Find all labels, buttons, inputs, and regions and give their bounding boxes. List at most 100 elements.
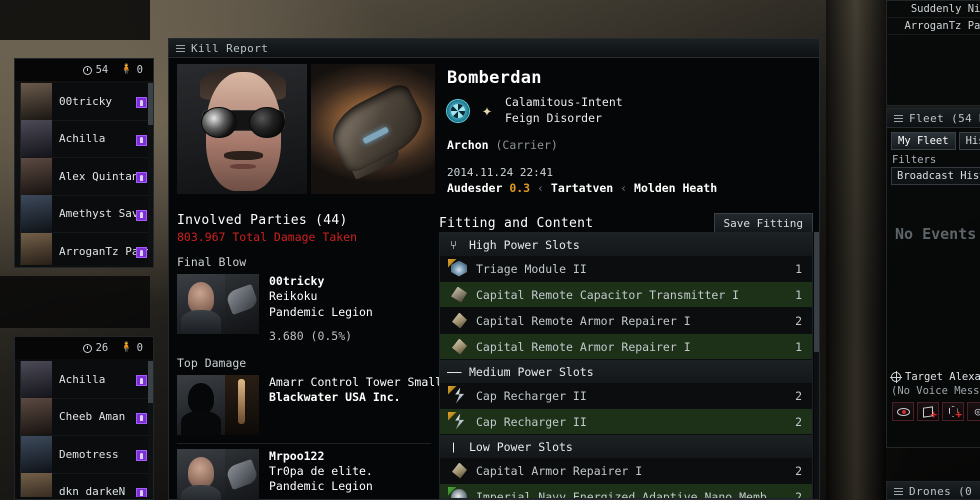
drones-window[interactable]: Drones (0 of m — [886, 481, 980, 500]
list-item[interactable]: Achilla — [21, 120, 149, 158]
fitting-group-header[interactable]: –– Medium Power Slots — [440, 360, 812, 383]
fitting-row[interactable]: Imperial Navy Energized Adaptive Nano Me… — [440, 484, 812, 499]
list-item[interactable]: Demotress — [21, 435, 149, 474]
cap-transmitter-icon — [450, 286, 468, 304]
filters-label: Filters — [892, 154, 937, 166]
location-system[interactable]: Audesder — [447, 181, 502, 195]
attacker-name[interactable]: 00tricky — [269, 274, 373, 289]
member-scroll-area[interactable]: 00tricky Achilla Alex Quintane Amethyst Sav… — [20, 83, 149, 265]
fleet-tabs[interactable]: My Fleet History — [887, 128, 980, 152]
tab-history[interactable]: History — [958, 132, 980, 150]
fleet-role-badge-icon[interactable] — [136, 375, 147, 386]
attacker-corp[interactable]: Pandemic Legion — [269, 479, 373, 494]
fleet-role-badge-icon[interactable] — [136, 412, 147, 424]
fitting-row[interactable]: Cap Recharger II 2 — [440, 383, 812, 409]
fleet-role-badge-icon[interactable] — [136, 97, 147, 108]
attacker-corp[interactable]: Pandemic Legion — [269, 305, 373, 320]
attacker-ship-icon — [225, 274, 259, 334]
fitting-group-header[interactable]: ⑂ High Power Slots — [440, 233, 812, 256]
list-item[interactable]: Achilla — [21, 361, 149, 399]
fleet-role-badge-icon[interactable] — [136, 487, 147, 497]
corporation-logo-icon[interactable] — [447, 99, 469, 122]
list-item[interactable]: Amethyst Sava — [21, 195, 149, 233]
alliance-logo-icon[interactable] — [476, 100, 498, 122]
fitting-item-quantity: 1 — [795, 339, 802, 354]
list-item[interactable]: Alex Quintane — [21, 157, 149, 196]
kill-report-titlebar[interactable]: Kill Report — [169, 39, 819, 58]
attacker-corp[interactable]: Blackwater USA Inc. — [269, 390, 431, 405]
list-item[interactable]: 00tricky — [21, 83, 149, 121]
list-item[interactable]: ArroganTz Parm — [21, 232, 149, 265]
avatar — [21, 232, 52, 265]
fitting-row[interactable]: Capital Remote Capacitor Transmitter I 1 — [440, 282, 812, 308]
victim-ship-render[interactable] — [311, 64, 435, 194]
fleet-role-badge-icon[interactable] — [136, 134, 147, 146]
kill-report-window[interactable]: Kill Report Bomberdan ✦ Calamitous-Inten… — [168, 38, 820, 500]
tab-my-fleet[interactable]: My Fleet — [891, 132, 956, 150]
shield-icon[interactable]: + — [942, 402, 964, 421]
stat-time-value: 26 — [95, 342, 109, 354]
hamburger-icon[interactable] — [894, 488, 903, 495]
armor-repairer-icon — [450, 312, 468, 330]
clock-icon — [82, 65, 92, 75]
hamburger-icon[interactable] — [894, 114, 903, 122]
fitting-group-header[interactable]: ❘ Low Power Slots — [440, 435, 812, 458]
list-item[interactable]: dkn darkeN — [21, 473, 149, 497]
drones-titlebar[interactable]: Drones (0 of m — [887, 482, 980, 499]
fitting-item-quantity: 2 — [795, 489, 802, 499]
fleet-member-list-primary[interactable]: 54 🧍 0 00tricky Achilla Alex Quintane Ameth… — [14, 58, 154, 268]
member-scroll-area[interactable]: Achilla Cheeb Aman Demotress dkn darkeN — [20, 361, 149, 497]
broadcast-buttons[interactable]: + + ◎+ — [887, 397, 980, 421]
top-damage-entry[interactable]: Mrpoo122 Tr0pa de elite. Pandemic Legion… — [177, 448, 431, 500]
fitting-row[interactable]: Capital Remote Armor Repairer I 2 — [440, 308, 812, 334]
target-label: Target Alexand — [905, 371, 980, 383]
fleet-role-badge-icon[interactable] — [136, 450, 147, 461]
member-list-scrollbar[interactable] — [148, 361, 153, 497]
victim-corporation[interactable]: Calamitous-Intent — [505, 95, 623, 111]
broadcast-row[interactable]: ArroganTz Parm — [887, 18, 980, 35]
member-list-scrollbar[interactable] — [148, 83, 153, 265]
victim-alliance[interactable]: Feign Disorder — [505, 111, 623, 127]
final-blow-entry[interactable]: 00tricky Reikoku Pandemic Legion 3.680 (… — [177, 274, 431, 345]
nano-membrane-icon — [448, 486, 468, 498]
scan-icon[interactable]: ◎+ — [967, 402, 980, 421]
victim-portrait[interactable] — [177, 64, 307, 194]
location-region[interactable]: Molden Heath — [634, 181, 717, 195]
background-pillar — [826, 0, 886, 500]
attacker-name[interactable]: Mrpoo122 — [269, 449, 373, 464]
cap-recharger-icon — [448, 411, 468, 431]
fitting-row[interactable]: Triage Module II 1 — [440, 256, 812, 282]
fitting-scrollbar[interactable] — [814, 232, 819, 499]
fleet-window[interactable]: Fleet (54 Memb My Fleet History Filters … — [886, 108, 980, 448]
fleet-role-badge-icon[interactable] — [136, 209, 147, 221]
fleet-role-badge-icon[interactable] — [136, 247, 147, 258]
top-damage-label: Top Damage — [177, 355, 247, 370]
target-indicator[interactable]: Target Alexand — [887, 367, 980, 383]
fitting-row[interactable]: Capital Armor Repairer I 2 — [440, 458, 812, 484]
fitting-row[interactable]: Cap Recharger II 2 — [440, 409, 812, 435]
fleet-titlebar[interactable]: Fleet (54 Memb — [887, 109, 980, 128]
fitting-list[interactable]: ⑂ High Power Slots Triage Module II 1 Capita… — [439, 232, 813, 499]
medium-slot-icon: –– — [447, 364, 462, 379]
list-item[interactable]: Cheeb Aman — [21, 398, 149, 436]
list-stats-bar: 26 🧍 0 — [15, 337, 153, 359]
broadcast-history-filter[interactable]: Broadcast History — [891, 167, 980, 185]
attacker-damage: 3.680 (0.5%) — [269, 329, 353, 344]
location-constellation[interactable]: Tartatven — [551, 181, 613, 195]
hamburger-icon[interactable] — [176, 44, 185, 52]
victim-ship-name[interactable]: Archon — [447, 138, 489, 152]
cargo-icon[interactable]: + — [917, 402, 939, 421]
eye-icon[interactable] — [892, 402, 914, 421]
victim-name: Bomberdan — [447, 68, 542, 88]
fleet-role-badge-icon[interactable] — [136, 172, 147, 183]
avatar — [21, 398, 52, 436]
top-damage-entry[interactable]: Amarr Control Tower Small Blackwater USA… — [177, 374, 442, 435]
fitting-row[interactable]: Capital Remote Armor Repairer I 1 — [440, 334, 812, 360]
broadcast-list-panel[interactable]: Suddenly Nine ArroganTz Parm — [886, 0, 980, 106]
fleet-member-list-secondary[interactable]: 26 🧍 0 Achilla Cheeb Aman Demotress dkn dar… — [14, 336, 154, 500]
broadcast-row[interactable]: Suddenly Nine — [887, 1, 980, 18]
save-fitting-button[interactable]: Save Fitting — [713, 213, 813, 234]
fitting-item-label: Triage Module II — [476, 261, 587, 276]
fitting-item-label: Imperial Navy Energized Adaptive Nano Me… — [476, 489, 788, 499]
attacker-name[interactable]: Amarr Control Tower Small — [269, 375, 442, 390]
